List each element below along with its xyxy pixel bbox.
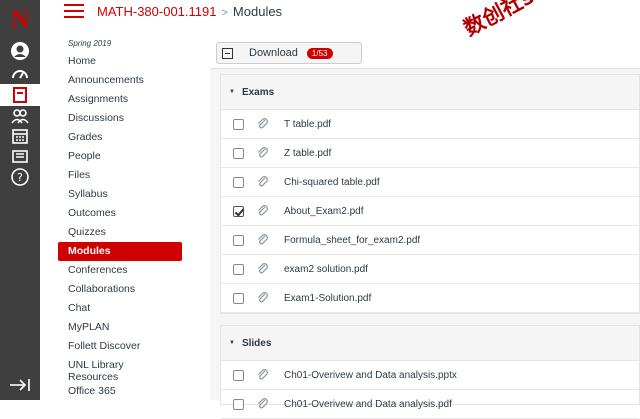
module-item: Chi-squared table.pdf — [221, 168, 639, 197]
item-file-link[interactable]: exam2 solution.pdf — [284, 264, 368, 275]
module-item: Z table.pdf — [221, 139, 639, 168]
item-checkbox[interactable] — [233, 398, 244, 410]
item-file-link[interactable]: T table.pdf — [284, 119, 331, 130]
collapse-triangle-icon[interactable]: ▼ — [229, 89, 235, 95]
item-checkbox[interactable] — [233, 147, 244, 159]
item-file-link[interactable]: Formula_sheet_for_exam2.pdf — [284, 235, 420, 246]
attachment-clip-icon — [258, 369, 268, 380]
collapse-triangle-icon[interactable]: ▼ — [229, 340, 235, 346]
module-item: Exam1-Solution.pdf — [221, 284, 639, 313]
breadcrumb-course-link[interactable]: MATH-380-001.1191 — [97, 4, 216, 19]
module-header[interactable]: ▼ Slides — [221, 326, 639, 361]
course-nav-people[interactable]: People — [58, 147, 188, 166]
item-file-link[interactable]: About_Exam2.pdf — [284, 206, 364, 217]
modules-content: Download 1/53 ▼ Exams T table.pdf Z tabl… — [210, 26, 640, 419]
download-button[interactable]: Download 1/53 — [216, 42, 362, 64]
attachment-clip-icon — [258, 292, 268, 303]
course-nav-announcements[interactable]: Announcements — [58, 71, 188, 90]
module-item: Formula_sheet_for_exam2.pdf — [221, 226, 639, 255]
item-checkbox-checked[interactable] — [233, 205, 244, 217]
breadcrumb-separator: > — [221, 7, 228, 19]
breadcrumb: MATH-380-001.1191 > Modules — [97, 4, 282, 19]
collapse-arrow-icon[interactable] — [8, 376, 32, 394]
breadcrumb-current: Modules — [232, 4, 283, 19]
term-label: Spring 2019 — [68, 39, 112, 48]
item-checkbox[interactable] — [233, 292, 244, 304]
module-item: Ch01-Overivew and Data analysis.pdf — [221, 390, 639, 419]
account-icon[interactable] — [0, 40, 40, 62]
top-bar: MATH-380-001.1191 > Modules — [40, 0, 640, 26]
attachment-clip-icon — [258, 263, 268, 274]
attachment-clip-icon — [258, 234, 268, 245]
course-nav-conferences[interactable]: Conferences — [58, 261, 188, 280]
course-nav-files[interactable]: Files — [58, 166, 188, 185]
item-file-link[interactable]: Exam1-Solution.pdf — [284, 293, 371, 304]
dashboard-icon[interactable] — [0, 63, 40, 85]
module-header[interactable]: ▼ Exams — [221, 75, 639, 110]
course-nav-outcomes[interactable]: Outcomes — [58, 204, 188, 223]
attachment-clip-icon — [258, 398, 268, 409]
course-nav-home[interactable]: Home — [58, 52, 188, 71]
hamburger-menu-icon[interactable] — [64, 4, 84, 18]
course-nav-discussions[interactable]: Discussions — [58, 109, 188, 128]
course-nav: Spring 2019 Home Announcements Assignmen… — [58, 36, 188, 401]
select-all-checkbox[interactable] — [222, 47, 233, 59]
item-checkbox[interactable] — [233, 118, 244, 130]
module-item: Ch01-Overivew and Data analysis.pptx — [221, 361, 639, 390]
item-file-link[interactable]: Chi-squared table.pdf — [284, 177, 380, 188]
course-nav-syllabus[interactable]: Syllabus — [58, 185, 188, 204]
module-title: Slides — [241, 337, 272, 349]
svg-text:?: ? — [17, 171, 23, 184]
module-exams: ▼ Exams T table.pdf Z table.pdf Chi-squa… — [220, 74, 640, 314]
calendar-icon[interactable] — [0, 125, 40, 147]
download-count-badge: 1/53 — [306, 47, 333, 59]
item-file-link[interactable]: Z table.pdf — [284, 148, 331, 159]
item-file-link[interactable]: Ch01-Overivew and Data analysis.pdf — [284, 399, 452, 410]
attachment-clip-icon — [258, 205, 268, 216]
course-nav-collaborations[interactable]: Collaborations — [58, 280, 188, 299]
item-checkbox[interactable] — [233, 234, 244, 246]
course-nav-unl-library[interactable]: UNL Library Resources — [58, 356, 168, 383]
course-nav-follett-discover[interactable]: Follett Discover — [58, 337, 188, 356]
module-item: About_Exam2.pdf — [221, 197, 639, 226]
help-icon[interactable]: ? — [0, 166, 40, 188]
courses-icon[interactable] — [0, 84, 40, 106]
course-nav-myplan[interactable]: MyPLAN — [58, 318, 188, 337]
attachment-clip-icon — [258, 118, 268, 129]
course-nav-assignments[interactable]: Assignments — [58, 90, 188, 109]
course-nav-office-365[interactable]: Office 365 — [58, 382, 188, 401]
modules-toolbar: Download 1/53 — [210, 26, 640, 68]
module-title: Exams — [241, 86, 275, 98]
course-nav-chat[interactable]: Chat — [58, 299, 188, 318]
module-item: exam2 solution.pdf — [221, 255, 639, 284]
groups-icon[interactable] — [0, 105, 40, 127]
attachment-clip-icon — [258, 176, 268, 187]
course-nav-quizzes[interactable]: Quizzes — [58, 223, 188, 242]
item-checkbox[interactable] — [233, 176, 244, 188]
attachment-clip-icon — [258, 147, 268, 158]
item-checkbox[interactable] — [233, 369, 244, 381]
inbox-icon[interactable] — [0, 145, 40, 167]
global-nav: N ? — [0, 0, 40, 400]
module-slides: ▼ Slides Ch01-Overivew and Data analysis… — [220, 325, 640, 419]
item-file-link[interactable]: Ch01-Overivew and Data analysis.pptx — [284, 370, 457, 381]
modules-list: ▼ Exams T table.pdf Z table.pdf Chi-squa… — [210, 68, 640, 419]
download-label: Download — [249, 47, 298, 59]
course-nav-grades[interactable]: Grades — [58, 128, 188, 147]
item-checkbox[interactable] — [233, 263, 244, 275]
module-item: T table.pdf — [221, 110, 639, 139]
university-logo[interactable]: N — [4, 6, 36, 34]
course-nav-modules[interactable]: Modules — [58, 242, 182, 261]
